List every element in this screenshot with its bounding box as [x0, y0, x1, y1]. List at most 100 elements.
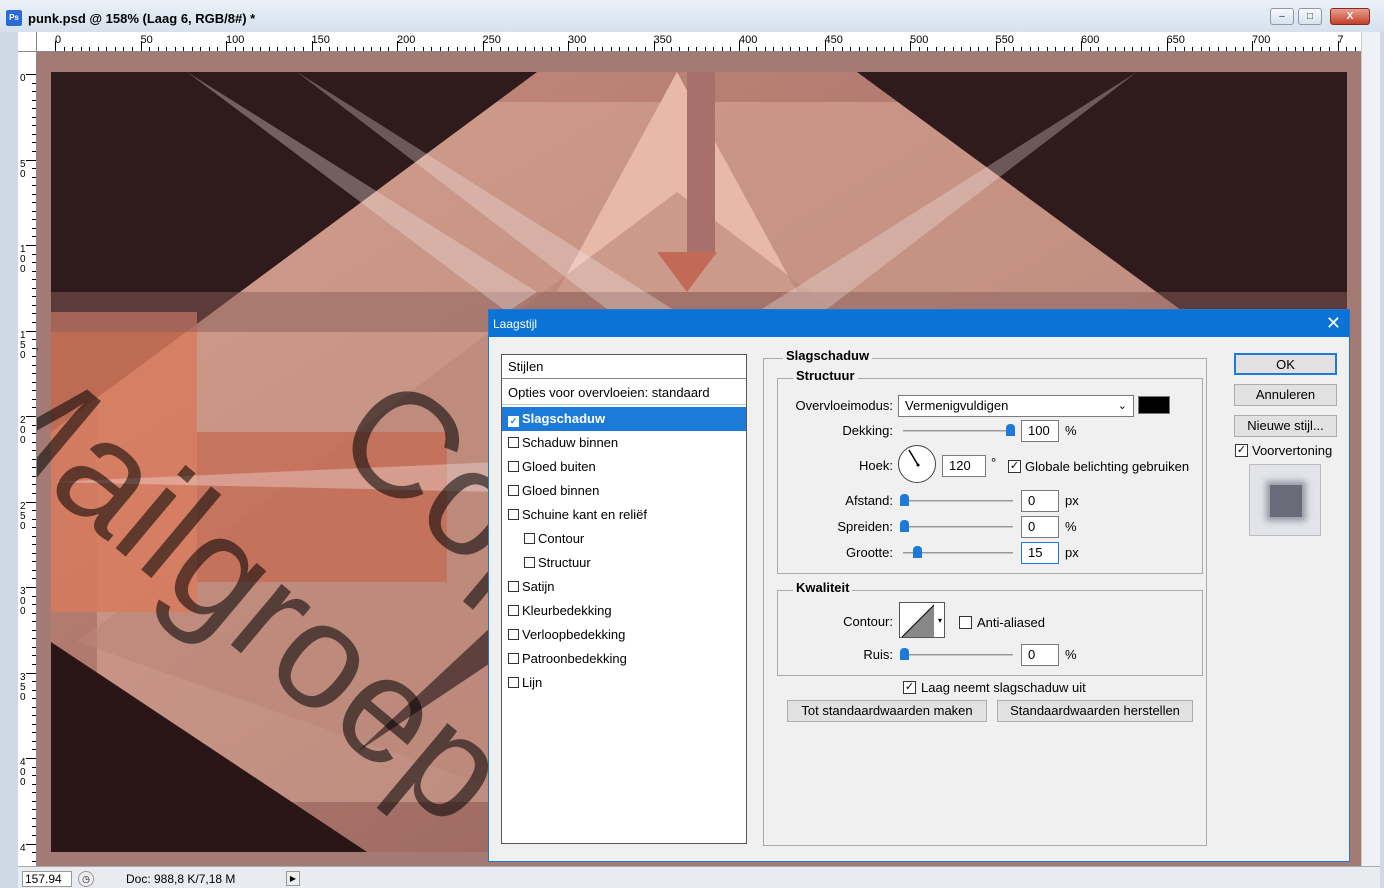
size-input[interactable]: 15	[1021, 542, 1059, 564]
reset-default-button[interactable]: Standaardwaarden herstellen	[997, 700, 1193, 722]
contour-picker[interactable]: ▾	[899, 602, 945, 638]
vertical-ruler[interactable]: 0 50 100 150 200 250 300 350 400 4	[18, 52, 37, 866]
ruler-tick	[32, 826, 36, 828]
dialog-close-icon[interactable]: ✕	[1326, 313, 1341, 333]
vertical-scrollbar[interactable]	[1361, 32, 1380, 866]
style-item[interactable]: Lijn	[502, 671, 746, 695]
ruler-tick	[32, 612, 36, 614]
style-checkbox[interactable]	[508, 461, 519, 472]
style-item[interactable]: ✓ Slagschaduw	[502, 407, 746, 431]
opacity-slider-thumb[interactable]	[1006, 424, 1015, 436]
ruler-tick	[32, 689, 36, 691]
style-checkbox[interactable]	[508, 653, 519, 664]
antialiased-checkbox[interactable]	[959, 616, 972, 629]
ruler-tick	[26, 74, 36, 75]
ruler-tick	[1337, 41, 1339, 51]
blend-options-item[interactable]: Opties voor overvloeien: standaard	[502, 381, 746, 405]
minimize-button[interactable]: –	[1270, 8, 1294, 25]
style-checkbox[interactable]	[524, 557, 535, 568]
ruler-tick	[1303, 47, 1305, 51]
style-item[interactable]: Gloed buiten	[502, 455, 746, 479]
ruler-tick	[1200, 47, 1202, 51]
noise-slider[interactable]	[903, 654, 1013, 656]
ruler-tick	[815, 47, 817, 51]
zoom-info-icon[interactable]: ◷	[78, 871, 94, 887]
style-item-label: Structuur	[538, 555, 591, 570]
preview-checkbox[interactable]: ✓	[1235, 444, 1248, 457]
ruler-tick	[191, 47, 193, 51]
ruler-tick	[32, 458, 36, 460]
style-checkbox[interactable]	[508, 605, 519, 616]
horizontal-ruler[interactable]: 0 50 100 150 200 250 300 350 400 450 500 550 600 650 7…	[37, 32, 1361, 52]
ruler-tick	[867, 47, 869, 51]
noise-slider-thumb[interactable]	[900, 648, 909, 660]
ruler-tick-label: 50	[140, 34, 153, 46]
spread-input[interactable]: 0	[1021, 516, 1059, 538]
ruler-tick	[63, 47, 65, 51]
ruler-tick	[32, 279, 36, 281]
size-slider-thumb[interactable]	[913, 546, 922, 558]
ruler-tick	[32, 638, 36, 640]
blend-mode-select[interactable]: Vermenigvuldigen ⌄	[898, 395, 1134, 417]
distance-slider-thumb[interactable]	[900, 494, 909, 506]
ruler-tick	[568, 41, 569, 51]
styles-header[interactable]: Stijlen	[502, 355, 746, 379]
ruler-tick	[901, 47, 903, 51]
opacity-input[interactable]: 100	[1021, 420, 1059, 442]
ruler-tick	[32, 321, 36, 323]
dialog-title-bar[interactable]: Laagstijl ✕	[489, 310, 1349, 337]
new-style-button[interactable]: Nieuwe stijl...	[1234, 415, 1337, 437]
title-bar[interactable]: Ps punk.psd @ 158% (Laag 6, RGB/8#) * – …	[0, 0, 1384, 32]
ruler-tick-label: 350	[653, 34, 672, 46]
close-button[interactable]: X	[1330, 8, 1370, 25]
ruler-tick	[149, 47, 151, 51]
ruler-tick	[26, 245, 36, 246]
ruler-tick	[32, 304, 36, 306]
style-item[interactable]: Schaduw binnen	[502, 431, 746, 455]
style-checkbox[interactable]	[524, 533, 535, 544]
noise-input[interactable]: 0	[1021, 644, 1059, 666]
angle-input[interactable]: 120	[942, 455, 986, 477]
style-item[interactable]: Verloopbedekking	[502, 623, 746, 647]
ruler-tick	[32, 347, 36, 349]
style-item[interactable]: Satijn	[502, 575, 746, 599]
ruler-tick	[328, 47, 330, 51]
shadow-color-swatch[interactable]	[1138, 396, 1170, 414]
style-item[interactable]: Schuine kant en reliëf	[502, 503, 746, 527]
ruler-tick	[986, 47, 988, 51]
style-item[interactable]: Patroonbedekking	[502, 647, 746, 671]
opacity-slider[interactable]	[903, 430, 1013, 432]
distance-input[interactable]: 0	[1021, 490, 1059, 512]
status-menu-arrow[interactable]: ▶	[286, 871, 300, 886]
style-item[interactable]: Kleurbedekking	[502, 599, 746, 623]
ruler-tick-label: 250	[482, 34, 501, 46]
style-checkbox[interactable]	[508, 509, 519, 520]
dialog-title: Laagstijl	[493, 317, 538, 331]
style-item[interactable]: Contour	[502, 527, 746, 551]
style-checkbox[interactable]	[508, 677, 519, 688]
ruler-tick	[32, 852, 36, 854]
style-checkbox[interactable]	[508, 437, 519, 448]
style-item[interactable]: Gloed binnen	[502, 479, 746, 503]
style-checkbox[interactable]	[508, 485, 519, 496]
angle-dial[interactable]	[898, 445, 936, 483]
cancel-button[interactable]: Annuleren	[1234, 384, 1337, 406]
make-default-button[interactable]: Tot standaardwaarden maken	[787, 700, 987, 722]
spread-slider-thumb[interactable]	[900, 520, 909, 532]
distance-slider[interactable]	[903, 500, 1013, 502]
ruler-tick	[32, 150, 36, 152]
ok-button[interactable]: OK	[1234, 353, 1337, 375]
ruler-tick-label: 400	[739, 34, 758, 46]
ruler-tick	[32, 578, 36, 580]
photoshop-icon: Ps	[6, 10, 22, 26]
maximize-button[interactable]: □	[1298, 8, 1322, 25]
ruler-tick	[431, 47, 433, 51]
zoom-field[interactable]: 157.94	[22, 871, 72, 887]
style-checkbox[interactable]	[508, 581, 519, 592]
style-checkbox[interactable]: ✓	[508, 416, 519, 427]
style-checkbox[interactable]	[508, 629, 519, 640]
global-light-checkbox[interactable]: ✓	[1008, 460, 1021, 473]
spread-slider[interactable]	[903, 526, 1013, 528]
style-item[interactable]: Structuur	[502, 551, 746, 575]
knockout-checkbox[interactable]: ✓	[903, 681, 916, 694]
